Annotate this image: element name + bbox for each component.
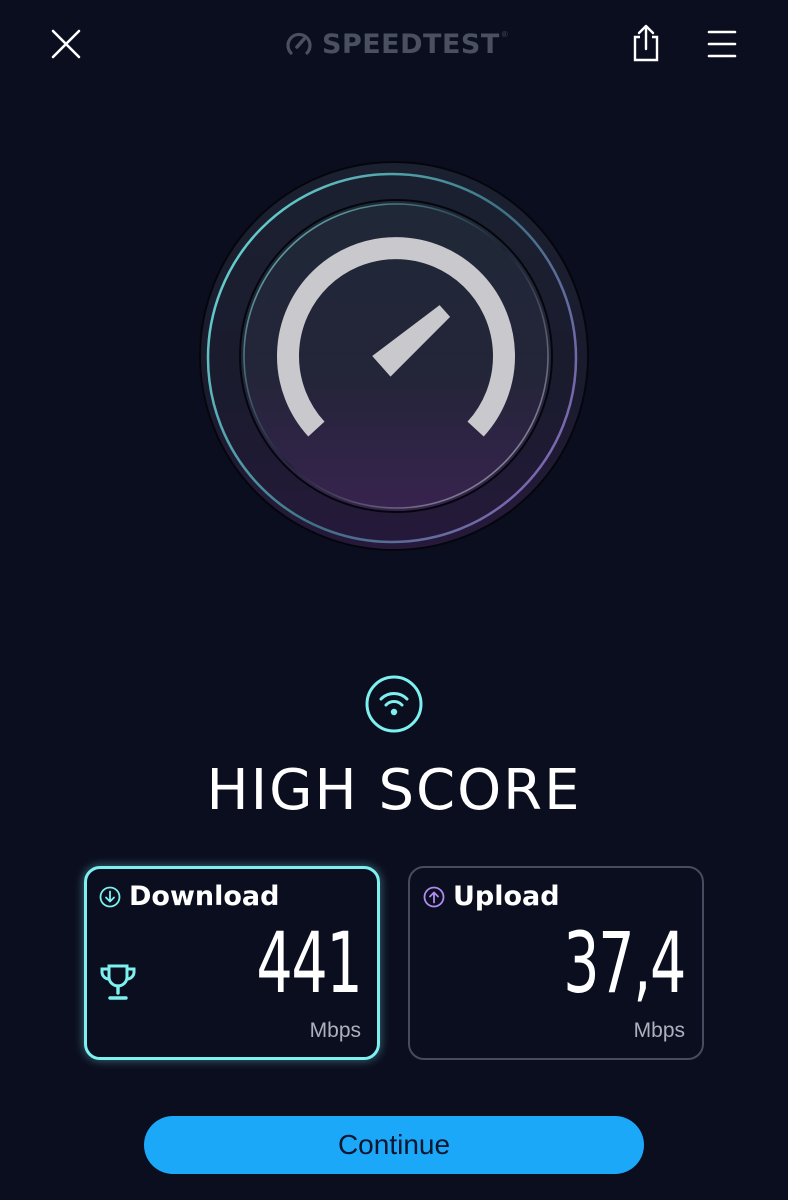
wifi-icon (365, 675, 423, 733)
trophy-badge (99, 963, 137, 1001)
close-button[interactable] (44, 22, 88, 66)
result-title: HIGH SCORE (206, 758, 582, 823)
wifi-badge (364, 674, 424, 734)
close-icon (51, 29, 81, 59)
share-icon (633, 24, 659, 62)
top-bar: SPEEDTEST ® (0, 0, 788, 90)
upload-value: 37,4 (563, 914, 686, 1012)
download-label: Download (129, 881, 280, 912)
arrow-up-circle-icon (423, 886, 445, 907)
menu-button[interactable] (700, 24, 744, 64)
logo-text: SPEEDTEST (322, 28, 500, 60)
upload-card[interactable]: Upload 37,4 Mbps (408, 866, 704, 1060)
speed-gauge[interactable] (194, 156, 594, 556)
download-card[interactable]: Download 441 Mbps (84, 866, 380, 1060)
share-button[interactable] (624, 20, 668, 66)
speedtest-logo: SPEEDTEST ® (284, 24, 508, 64)
continue-button[interactable]: Continue (144, 1116, 644, 1174)
hamburger-menu-icon (707, 30, 737, 58)
arrow-down-circle-icon (99, 886, 121, 907)
download-header: Download (99, 881, 279, 912)
download-value: 441 (256, 914, 362, 1012)
speedometer-icon (199, 161, 589, 551)
upload-header: Upload (423, 881, 560, 912)
download-unit: Mbps (309, 1019, 361, 1042)
upload-label: Upload (453, 881, 560, 912)
logo-gauge-icon (286, 32, 312, 55)
trophy-icon (100, 964, 136, 1000)
registered-mark: ® (501, 30, 508, 39)
upload-unit: Mbps (633, 1019, 685, 1042)
